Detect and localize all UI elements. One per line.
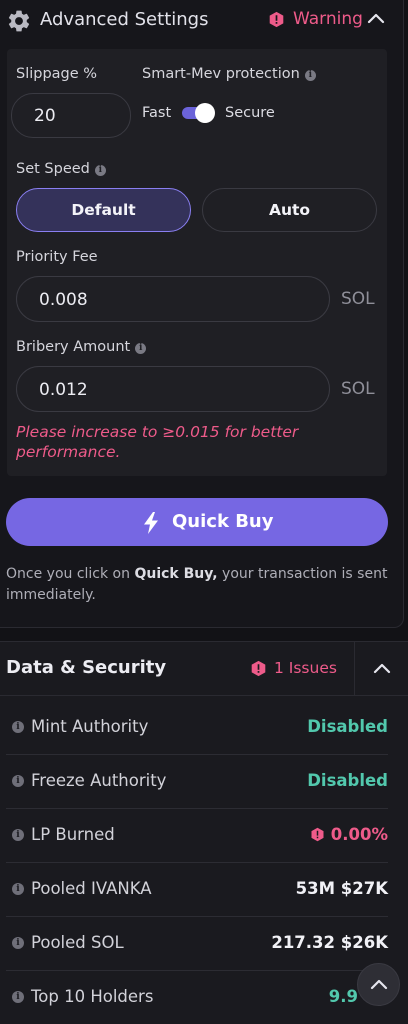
warning-hexagon-icon — [311, 827, 324, 842]
row-label: Pooled IVANKA — [31, 879, 152, 898]
info-icon[interactable]: i — [12, 721, 24, 733]
bribery-amount-value: 0.012 — [39, 380, 88, 400]
row-value: 9.9 — [328, 987, 358, 1006]
set-speed-label: Set Speed i — [16, 161, 106, 177]
info-icon[interactable]: i — [12, 883, 24, 895]
speed-auto-button[interactable]: Auto — [202, 188, 377, 232]
warning-badge: Warning — [268, 9, 363, 29]
advanced-settings-header[interactable]: Advanced Settings Warning — [0, 0, 404, 42]
info-icon[interactable]: i — [12, 937, 24, 949]
priority-fee-unit: SOL — [341, 289, 375, 309]
advanced-settings-title: Advanced Settings — [40, 9, 209, 30]
issues-badge: 1 Issues — [250, 659, 337, 677]
info-icon[interactable]: i — [12, 991, 24, 1003]
info-icon[interactable]: i — [94, 165, 106, 176]
row-value: Disabled — [307, 771, 388, 790]
quick-buy-button[interactable]: Quick Buy — [6, 498, 388, 546]
priority-fee-label: Priority Fee — [16, 249, 98, 265]
info-icon[interactable]: i — [135, 343, 147, 354]
issues-label: 1 Issues — [274, 659, 337, 677]
row-value: 53M $27K — [295, 879, 388, 898]
bribery-error-message: Please increase to ≥0.015 for better per… — [16, 423, 299, 461]
set-speed-label-text: Set Speed — [16, 161, 90, 177]
row-value: 217.32 $26K — [271, 933, 388, 952]
priority-fee-value: 0.008 — [39, 290, 88, 310]
row-label: LP Burned — [31, 825, 115, 844]
warning-hexagon-icon — [269, 11, 284, 27]
slippage-label: Slippage % — [16, 66, 98, 82]
toggle-knob — [195, 103, 215, 123]
speed-default-button[interactable]: Default — [16, 188, 191, 232]
data-security-title: Data & Security — [6, 657, 167, 678]
warning-hexagon-icon — [251, 660, 266, 676]
chevron-up-icon — [370, 979, 388, 990]
mev-fast-label: Fast — [142, 105, 172, 121]
mev-toggle[interactable] — [180, 103, 215, 123]
info-icon[interactable]: i — [12, 829, 24, 841]
slippage-value: 20 — [34, 106, 56, 126]
row-value: 0.00% — [330, 825, 388, 844]
mev-protection-label: Smart-Mev protection i — [142, 66, 316, 82]
notice-prefix: Once you click on — [6, 566, 135, 582]
row-label: Freeze Authority — [31, 771, 167, 790]
security-row-pooled-sol: i Pooled SOL 217.32 $26K — [6, 917, 388, 971]
gear-icon — [8, 10, 30, 32]
quick-buy-label: Quick Buy — [172, 511, 274, 532]
data-security-header[interactable]: Data & Security 1 Issues — [0, 642, 408, 696]
row-label: Pooled SOL — [31, 933, 124, 952]
notice-bold: Quick Buy, — [134, 566, 218, 582]
row-label: Top 10 Holders — [31, 987, 154, 1006]
lightning-bolt-icon — [144, 512, 158, 534]
bribery-amount-unit: SOL — [341, 379, 375, 399]
slippage-input[interactable]: 20 — [11, 93, 131, 138]
security-row-mint-authority: i Mint Authority Disabled — [6, 701, 388, 755]
scroll-to-top-button[interactable] — [357, 963, 400, 1006]
bribery-amount-label: Bribery Amount i — [16, 339, 147, 355]
quick-buy-notice: Once you click on Quick Buy, your transa… — [6, 564, 398, 606]
chevron-up-icon[interactable] — [373, 662, 391, 674]
row-value-wrap: 0.00% — [310, 825, 388, 844]
info-icon[interactable]: i — [304, 70, 316, 81]
security-row-top-holders: i Top 10 Holders 9.9 — [6, 971, 388, 1024]
row-label: Mint Authority — [31, 717, 149, 736]
warning-label: Warning — [293, 9, 363, 29]
security-row-lp-burned: i LP Burned 0.00% — [6, 809, 388, 863]
mev-secure-label: Secure — [225, 105, 275, 121]
header-divider — [354, 642, 355, 696]
priority-fee-input[interactable]: 0.008 — [16, 276, 330, 322]
mev-protection-label-text: Smart-Mev protection — [142, 66, 300, 82]
info-icon[interactable]: i — [12, 775, 24, 787]
chevron-up-icon[interactable] — [366, 11, 386, 25]
row-value: Disabled — [307, 717, 388, 736]
data-security-panel: Data & Security 1 Issues i Mint Authorit… — [0, 641, 408, 1024]
advanced-settings-panel: Advanced Settings Warning Slippage % 20 … — [0, 0, 404, 628]
security-row-pooled-token: i Pooled IVANKA 53M $27K — [6, 863, 388, 917]
security-row-freeze-authority: i Freeze Authority Disabled — [6, 755, 388, 809]
bribery-amount-label-text: Bribery Amount — [16, 339, 131, 355]
bribery-amount-input[interactable]: 0.012 — [16, 366, 330, 412]
